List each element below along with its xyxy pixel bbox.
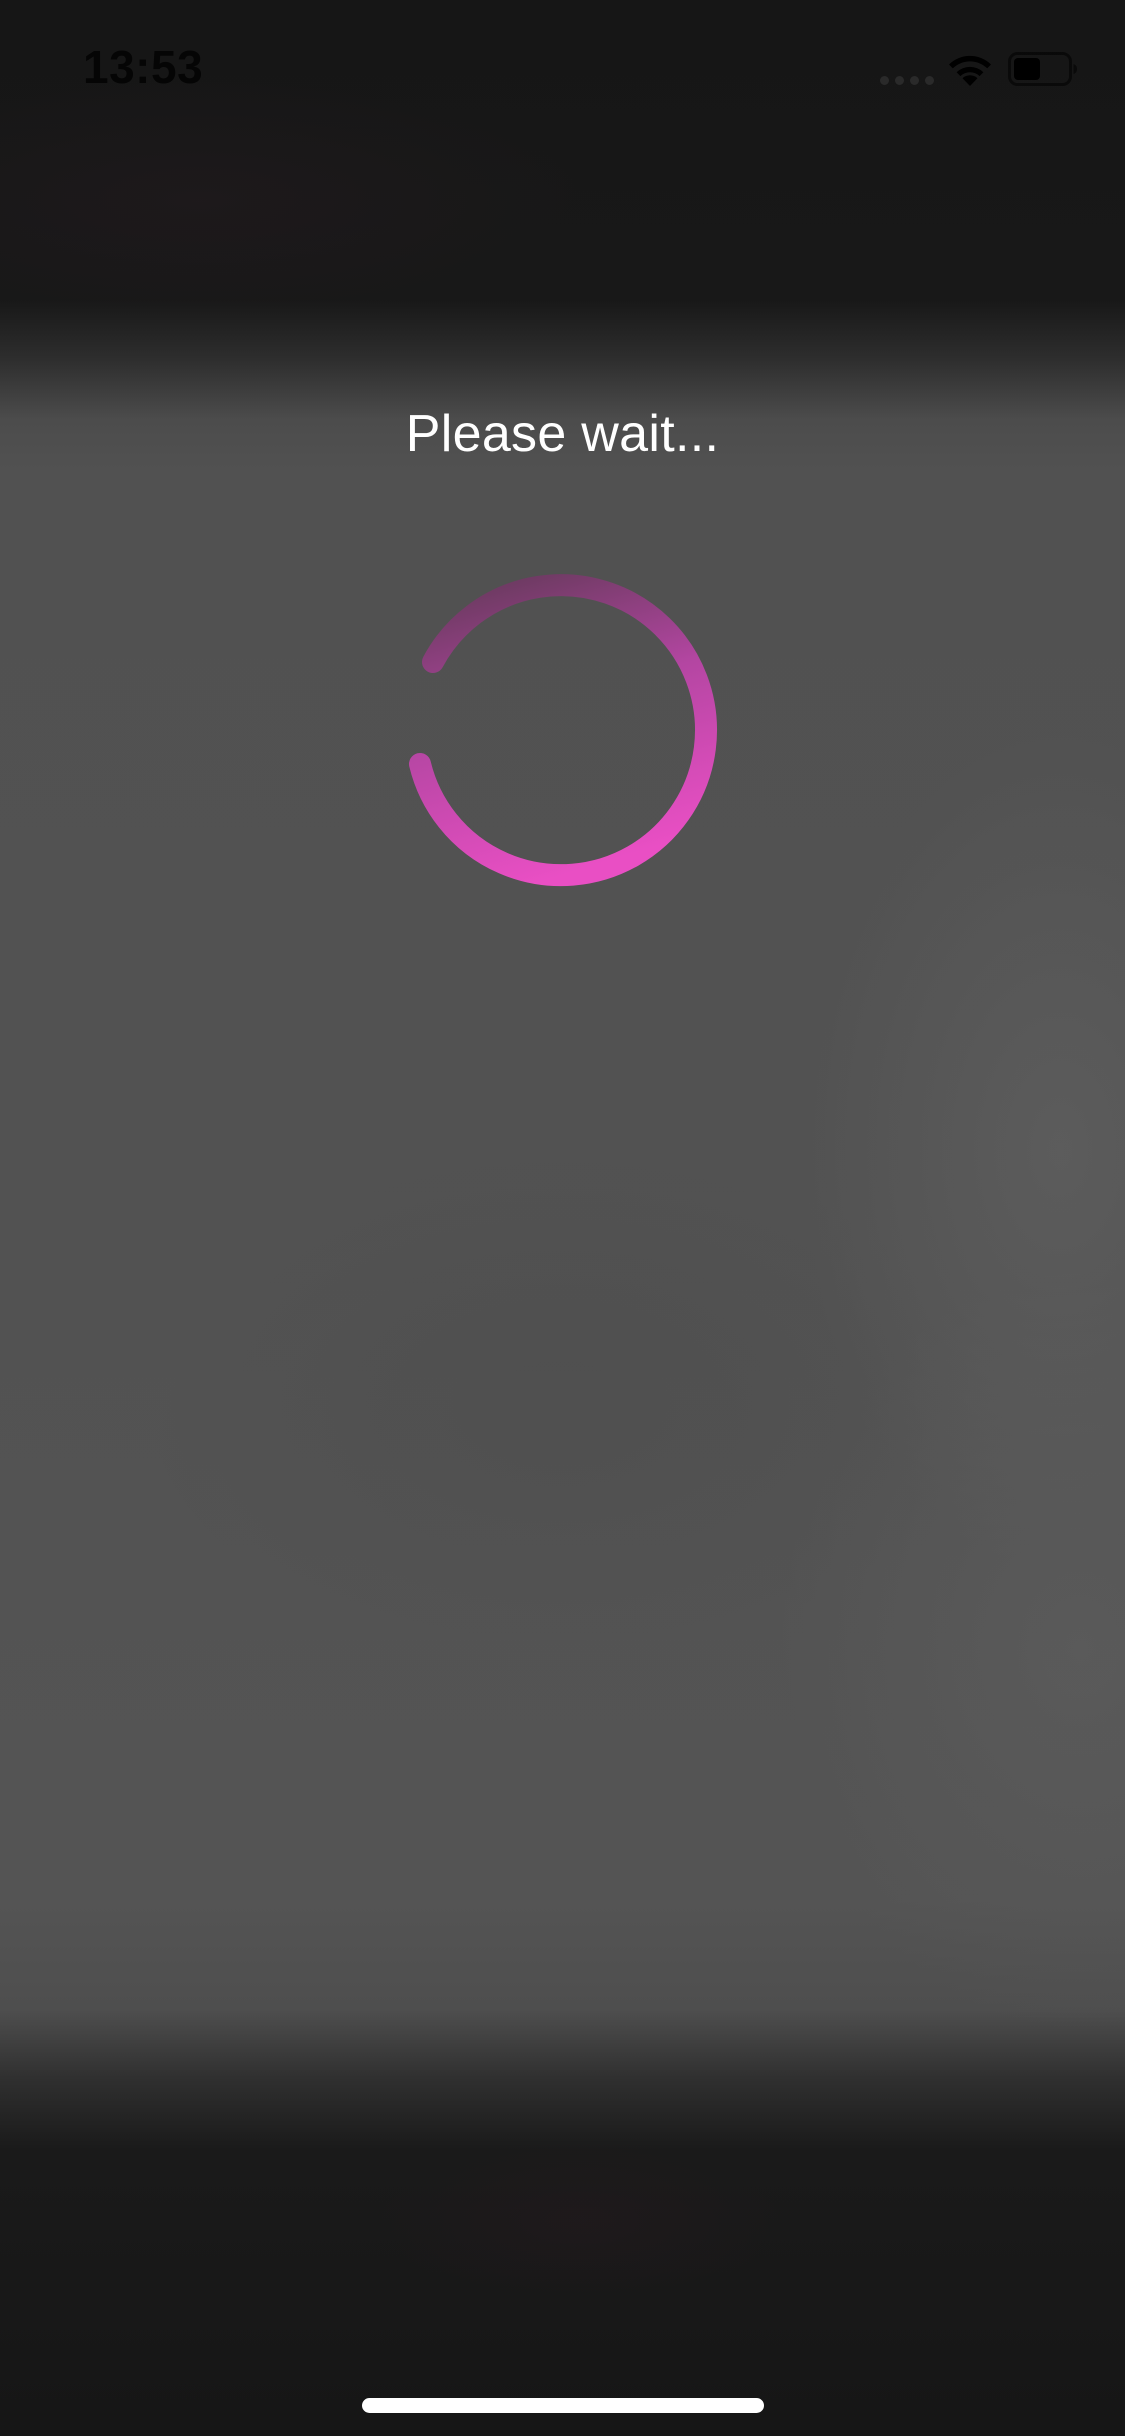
- status-bar: 13:53: [0, 0, 1125, 132]
- home-indicator[interactable]: [362, 2398, 764, 2413]
- wifi-icon: [949, 55, 991, 86]
- blurred-content: [0, 0, 1125, 2436]
- battery-icon: [1008, 52, 1077, 86]
- app-screen: 13:53 Please wait...: [0, 0, 1125, 2436]
- signal-icon: [880, 76, 936, 86]
- loading-message: Please wait...: [405, 405, 720, 463]
- loading-spinner-icon: [409, 574, 717, 887]
- status-time: 13:53: [83, 41, 204, 93]
